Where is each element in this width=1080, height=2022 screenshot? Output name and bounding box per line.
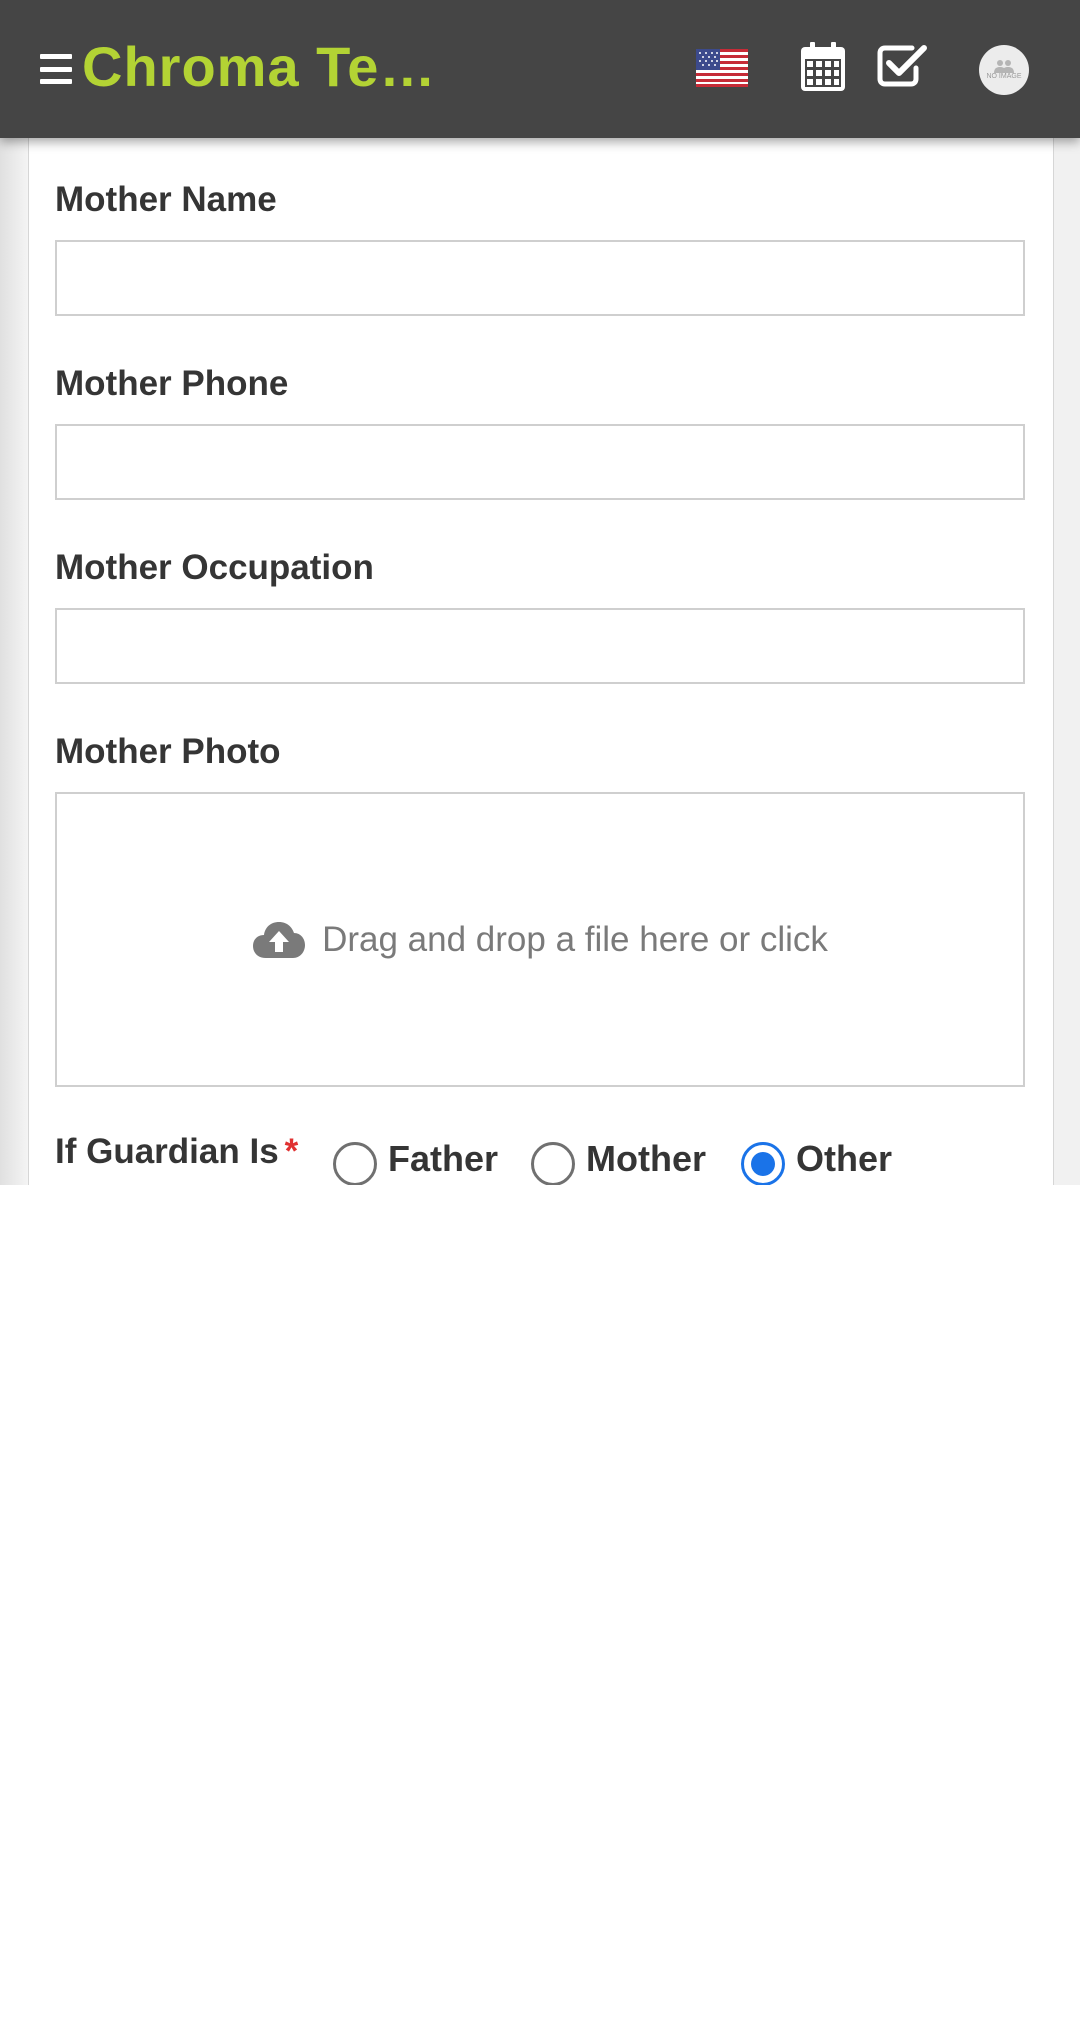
- app-title: Chroma Te…: [82, 35, 437, 98]
- calendar-icon[interactable]: [800, 42, 846, 92]
- guardian-radio-other-label[interactable]: Other: [796, 1138, 892, 1180]
- mother-phone-input[interactable]: [55, 424, 1025, 500]
- mother-photo-label: Mother Photo: [55, 732, 281, 771]
- mother-occupation-input[interactable]: [55, 608, 1025, 684]
- guardian-label-text: If Guardian Is: [55, 1132, 279, 1171]
- us-flag-icon[interactable]: [696, 49, 748, 87]
- menu-icon[interactable]: [40, 54, 72, 84]
- app-header: Chroma Te… NO IMAGE: [0, 0, 1080, 138]
- avatar-placeholder-text: NO IMAGE: [986, 73, 1022, 80]
- guardian-radio-father-label[interactable]: Father: [388, 1138, 498, 1180]
- mother-occupation-label: Mother Occupation: [55, 548, 374, 587]
- guardian-radio-mother[interactable]: [531, 1142, 575, 1185]
- left-gutter: [0, 0, 28, 1185]
- mother-name-label: Mother Name: [55, 180, 277, 219]
- guardian-label: If Guardian Is *: [55, 1132, 298, 1172]
- guardian-radio-other[interactable]: [741, 1142, 785, 1185]
- cloud-upload-icon: [253, 921, 306, 958]
- right-gutter: [1054, 0, 1080, 1185]
- mother-phone-label: Mother Phone: [55, 364, 289, 403]
- mother-photo-dropzone[interactable]: Drag and drop a file here or click: [55, 792, 1025, 1087]
- guardian-radio-father[interactable]: [333, 1142, 377, 1185]
- user-group-icon: [994, 60, 1014, 73]
- content-area: Mother Name Mother Phone Mother Occupati…: [0, 0, 1080, 1185]
- required-mark: *: [284, 1132, 299, 1171]
- checkbox-icon[interactable]: [876, 42, 928, 88]
- dropzone-text: Drag and drop a file here or click: [322, 919, 828, 959]
- avatar[interactable]: NO IMAGE: [979, 45, 1029, 95]
- guardian-radio-mother-label[interactable]: Mother: [586, 1138, 706, 1180]
- mother-name-input[interactable]: [55, 240, 1025, 316]
